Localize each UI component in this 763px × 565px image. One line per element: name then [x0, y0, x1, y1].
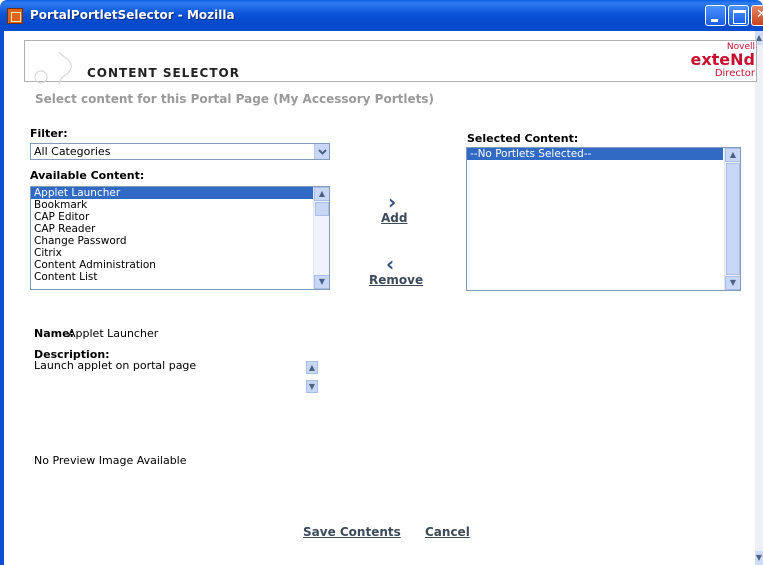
list-item[interactable]: Bookmark — [31, 199, 329, 211]
selected-content-list[interactable]: --No Portlets Selected-- ▲ ▼ — [466, 147, 741, 291]
scroll-down-arrow-icon[interactable]: ▼ — [755, 551, 763, 565]
page-scrollbar[interactable]: ▲ ▼ — [755, 31, 763, 565]
list-item[interactable]: Change Password — [31, 235, 329, 247]
maximize-button[interactable] — [728, 5, 749, 26]
window-frame-left — [0, 31, 4, 565]
scroll-up-arrow-icon[interactable]: ▲ — [725, 148, 740, 162]
selected-list-scrollbar[interactable]: ▲ ▼ — [724, 148, 740, 290]
description-value: Launch applet on portal page — [34, 359, 197, 372]
filter-select[interactable]: All Categories — [30, 143, 330, 160]
cancel-button[interactable]: Cancel — [425, 525, 470, 539]
filter-label: Filter: — [30, 127, 68, 140]
list-item[interactable]: Content List — [31, 271, 329, 283]
page-title: CONTENT SELECTOR — [87, 66, 240, 80]
close-button[interactable] — [751, 5, 763, 26]
scroll-up-arrow-icon[interactable]: ▲ — [314, 187, 329, 201]
add-button[interactable]: Add — [381, 211, 407, 225]
selected-content-label: Selected Content: — [467, 132, 579, 145]
mozilla-app-icon — [7, 8, 23, 24]
remove-button[interactable]: Remove — [369, 273, 423, 287]
preview-placeholder: No Preview Image Available — [34, 454, 187, 467]
available-content-list[interactable]: Applet Launcher Bookmark CAP Editor CAP … — [30, 186, 330, 290]
brand-extend: exteNd — [690, 50, 755, 69]
window-title-bar[interactable]: PortalPortletSelector - Mozilla — [0, 0, 763, 31]
available-list-scrollbar[interactable]: ▲ ▼ — [313, 187, 329, 289]
minimize-button[interactable] — [705, 5, 726, 26]
chevron-down-icon[interactable] — [314, 144, 329, 159]
description-scroll-up-icon[interactable]: ▲ — [306, 361, 318, 374]
scroll-down-arrow-icon[interactable]: ▼ — [314, 275, 329, 289]
scroll-thumb[interactable] — [726, 163, 740, 275]
list-item[interactable]: Citrix — [31, 247, 329, 259]
filter-selected-value: All Categories — [34, 145, 111, 158]
list-item[interactable]: Applet Launcher — [31, 187, 329, 199]
gear-decoration-icon — [34, 51, 72, 85]
window-title: PortalPortletSelector - Mozilla — [30, 8, 235, 22]
brand-director: Director — [714, 68, 755, 79]
list-item[interactable]: CAP Reader — [31, 223, 329, 235]
list-item[interactable]: CAP Editor — [31, 211, 329, 223]
save-contents-button[interactable]: Save Contents — [303, 525, 401, 539]
description-scroll-down-icon[interactable]: ▼ — [306, 380, 318, 393]
novell-extend-logo: Novell exteNd Director — [690, 42, 755, 79]
list-item[interactable]: --No Portlets Selected-- — [467, 148, 723, 160]
scroll-thumb[interactable] — [315, 202, 329, 216]
page-subtitle: Select content for this Portal Page (My … — [35, 92, 434, 106]
scroll-down-arrow-icon[interactable]: ▼ — [725, 276, 740, 290]
available-content-label: Available Content: — [30, 169, 145, 182]
name-value: Applet Launcher — [68, 327, 159, 340]
list-item[interactable]: Content Administration — [31, 259, 329, 271]
